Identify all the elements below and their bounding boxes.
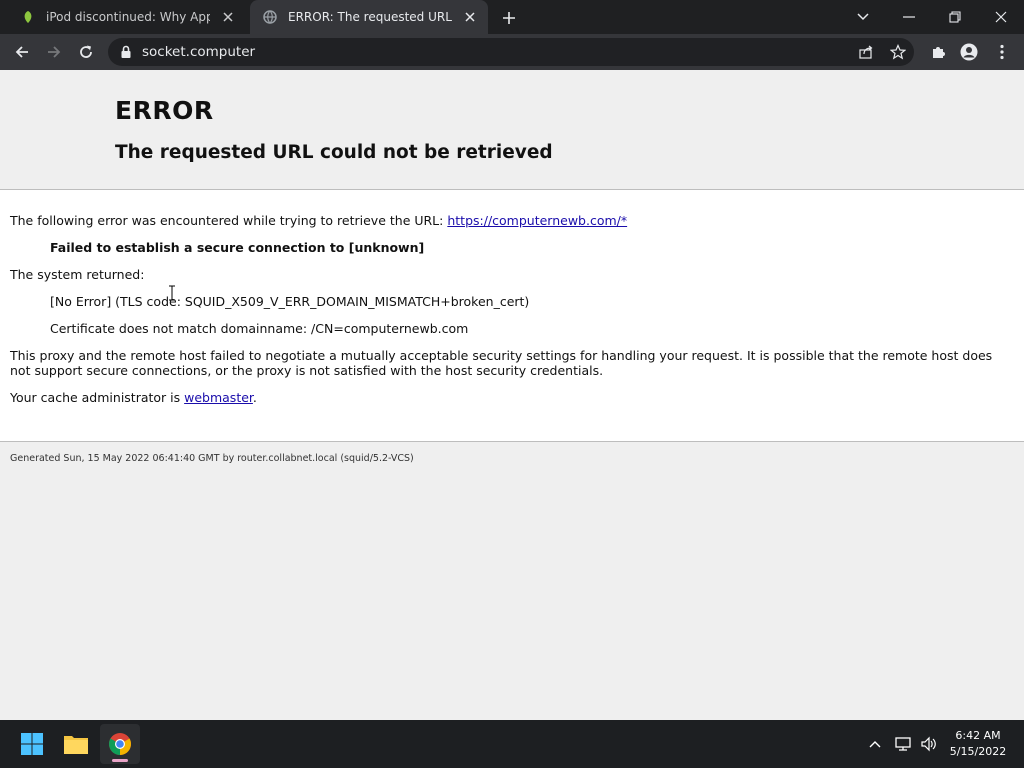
page-subtitle: The requested URL could not be retrieved	[115, 142, 553, 163]
volume-icon[interactable]	[918, 734, 940, 754]
lock-icon[interactable]	[118, 44, 134, 60]
admin-suffix: .	[252, 390, 257, 405]
network-icon[interactable]	[892, 734, 914, 754]
text-cursor-icon	[168, 285, 176, 301]
close-window-button[interactable]	[978, 0, 1024, 34]
failure-message: Failed to establish a secure connection …	[50, 240, 425, 255]
certificate-message: Certificate does not match domainname: /…	[50, 321, 469, 336]
error-header: ERROR The requested URL could not be ret…	[0, 70, 1024, 190]
start-button[interactable]	[12, 724, 52, 764]
kebab-menu-icon[interactable]	[992, 42, 1012, 62]
tab-ipod-discontinued[interactable]: iPod discontinued: Why Apple is	[8, 0, 246, 34]
tab-error-page[interactable]: ERROR: The requested URL could	[250, 0, 488, 34]
extensions-puzzle-icon[interactable]	[928, 42, 948, 62]
browser-titlebar: iPod discontinued: Why Apple is ERROR: T…	[0, 0, 1024, 34]
webmaster-link[interactable]: webmaster	[184, 390, 253, 405]
close-icon[interactable]	[218, 7, 238, 27]
share-icon[interactable]	[858, 44, 874, 60]
page-viewport: ERROR The requested URL could not be ret…	[0, 70, 1024, 720]
chrome-taskbar-icon[interactable]	[100, 724, 140, 764]
new-tab-button[interactable]	[498, 7, 520, 29]
close-icon[interactable]	[460, 7, 480, 27]
tab-search-chevron-icon[interactable]	[840, 0, 886, 34]
tab-title: iPod discontinued: Why Apple is	[46, 10, 210, 24]
file-explorer-icon[interactable]	[56, 724, 96, 764]
page-title: ERROR	[115, 96, 214, 125]
error-details: The following error was encountered whil…	[0, 190, 1024, 442]
minimize-button[interactable]	[886, 0, 932, 34]
admin-line: Your cache administrator is webmaster.	[10, 390, 257, 405]
intro-text: The following error was encountered whil…	[10, 213, 448, 228]
address-text[interactable]: socket.computer	[142, 38, 255, 66]
explanation-paragraph: This proxy and the remote host failed to…	[10, 348, 993, 378]
clock-date: 5/15/2022	[949, 745, 1007, 758]
bookmark-star-icon[interactable]	[889, 44, 907, 60]
system-clock[interactable]: 6:42 AM 5/15/2022	[940, 728, 1016, 760]
generated-footer: Generated Sun, 15 May 2022 06:41:40 GMT …	[10, 453, 414, 464]
requested-url-link[interactable]: https://computernewb.com/*	[447, 213, 627, 228]
address-bar[interactable]: socket.computer	[108, 38, 914, 66]
browser-toolbar: socket.computer	[0, 34, 1024, 70]
intro-line: The following error was encountered whil…	[10, 213, 627, 228]
chevron-up-icon[interactable]	[864, 734, 886, 754]
green-leaf-favicon	[20, 9, 36, 25]
tab-title: ERROR: The requested URL could	[288, 10, 452, 24]
restore-button[interactable]	[932, 0, 978, 34]
system-error-code: [No Error] (TLS code: SQUID_X509_V_ERR_D…	[50, 294, 530, 309]
profile-avatar-icon[interactable]	[959, 42, 979, 62]
clock-time: 6:42 AM	[955, 729, 1001, 742]
forward-button[interactable]	[40, 38, 68, 66]
reload-button[interactable]	[72, 38, 100, 66]
windows-taskbar: 6:42 AM 5/15/2022	[0, 720, 1024, 768]
globe-icon	[262, 9, 278, 25]
back-button[interactable]	[8, 38, 36, 66]
active-app-indicator	[112, 759, 128, 762]
admin-prefix: Your cache administrator is	[10, 390, 185, 405]
system-returned-label: The system returned:	[10, 267, 145, 282]
